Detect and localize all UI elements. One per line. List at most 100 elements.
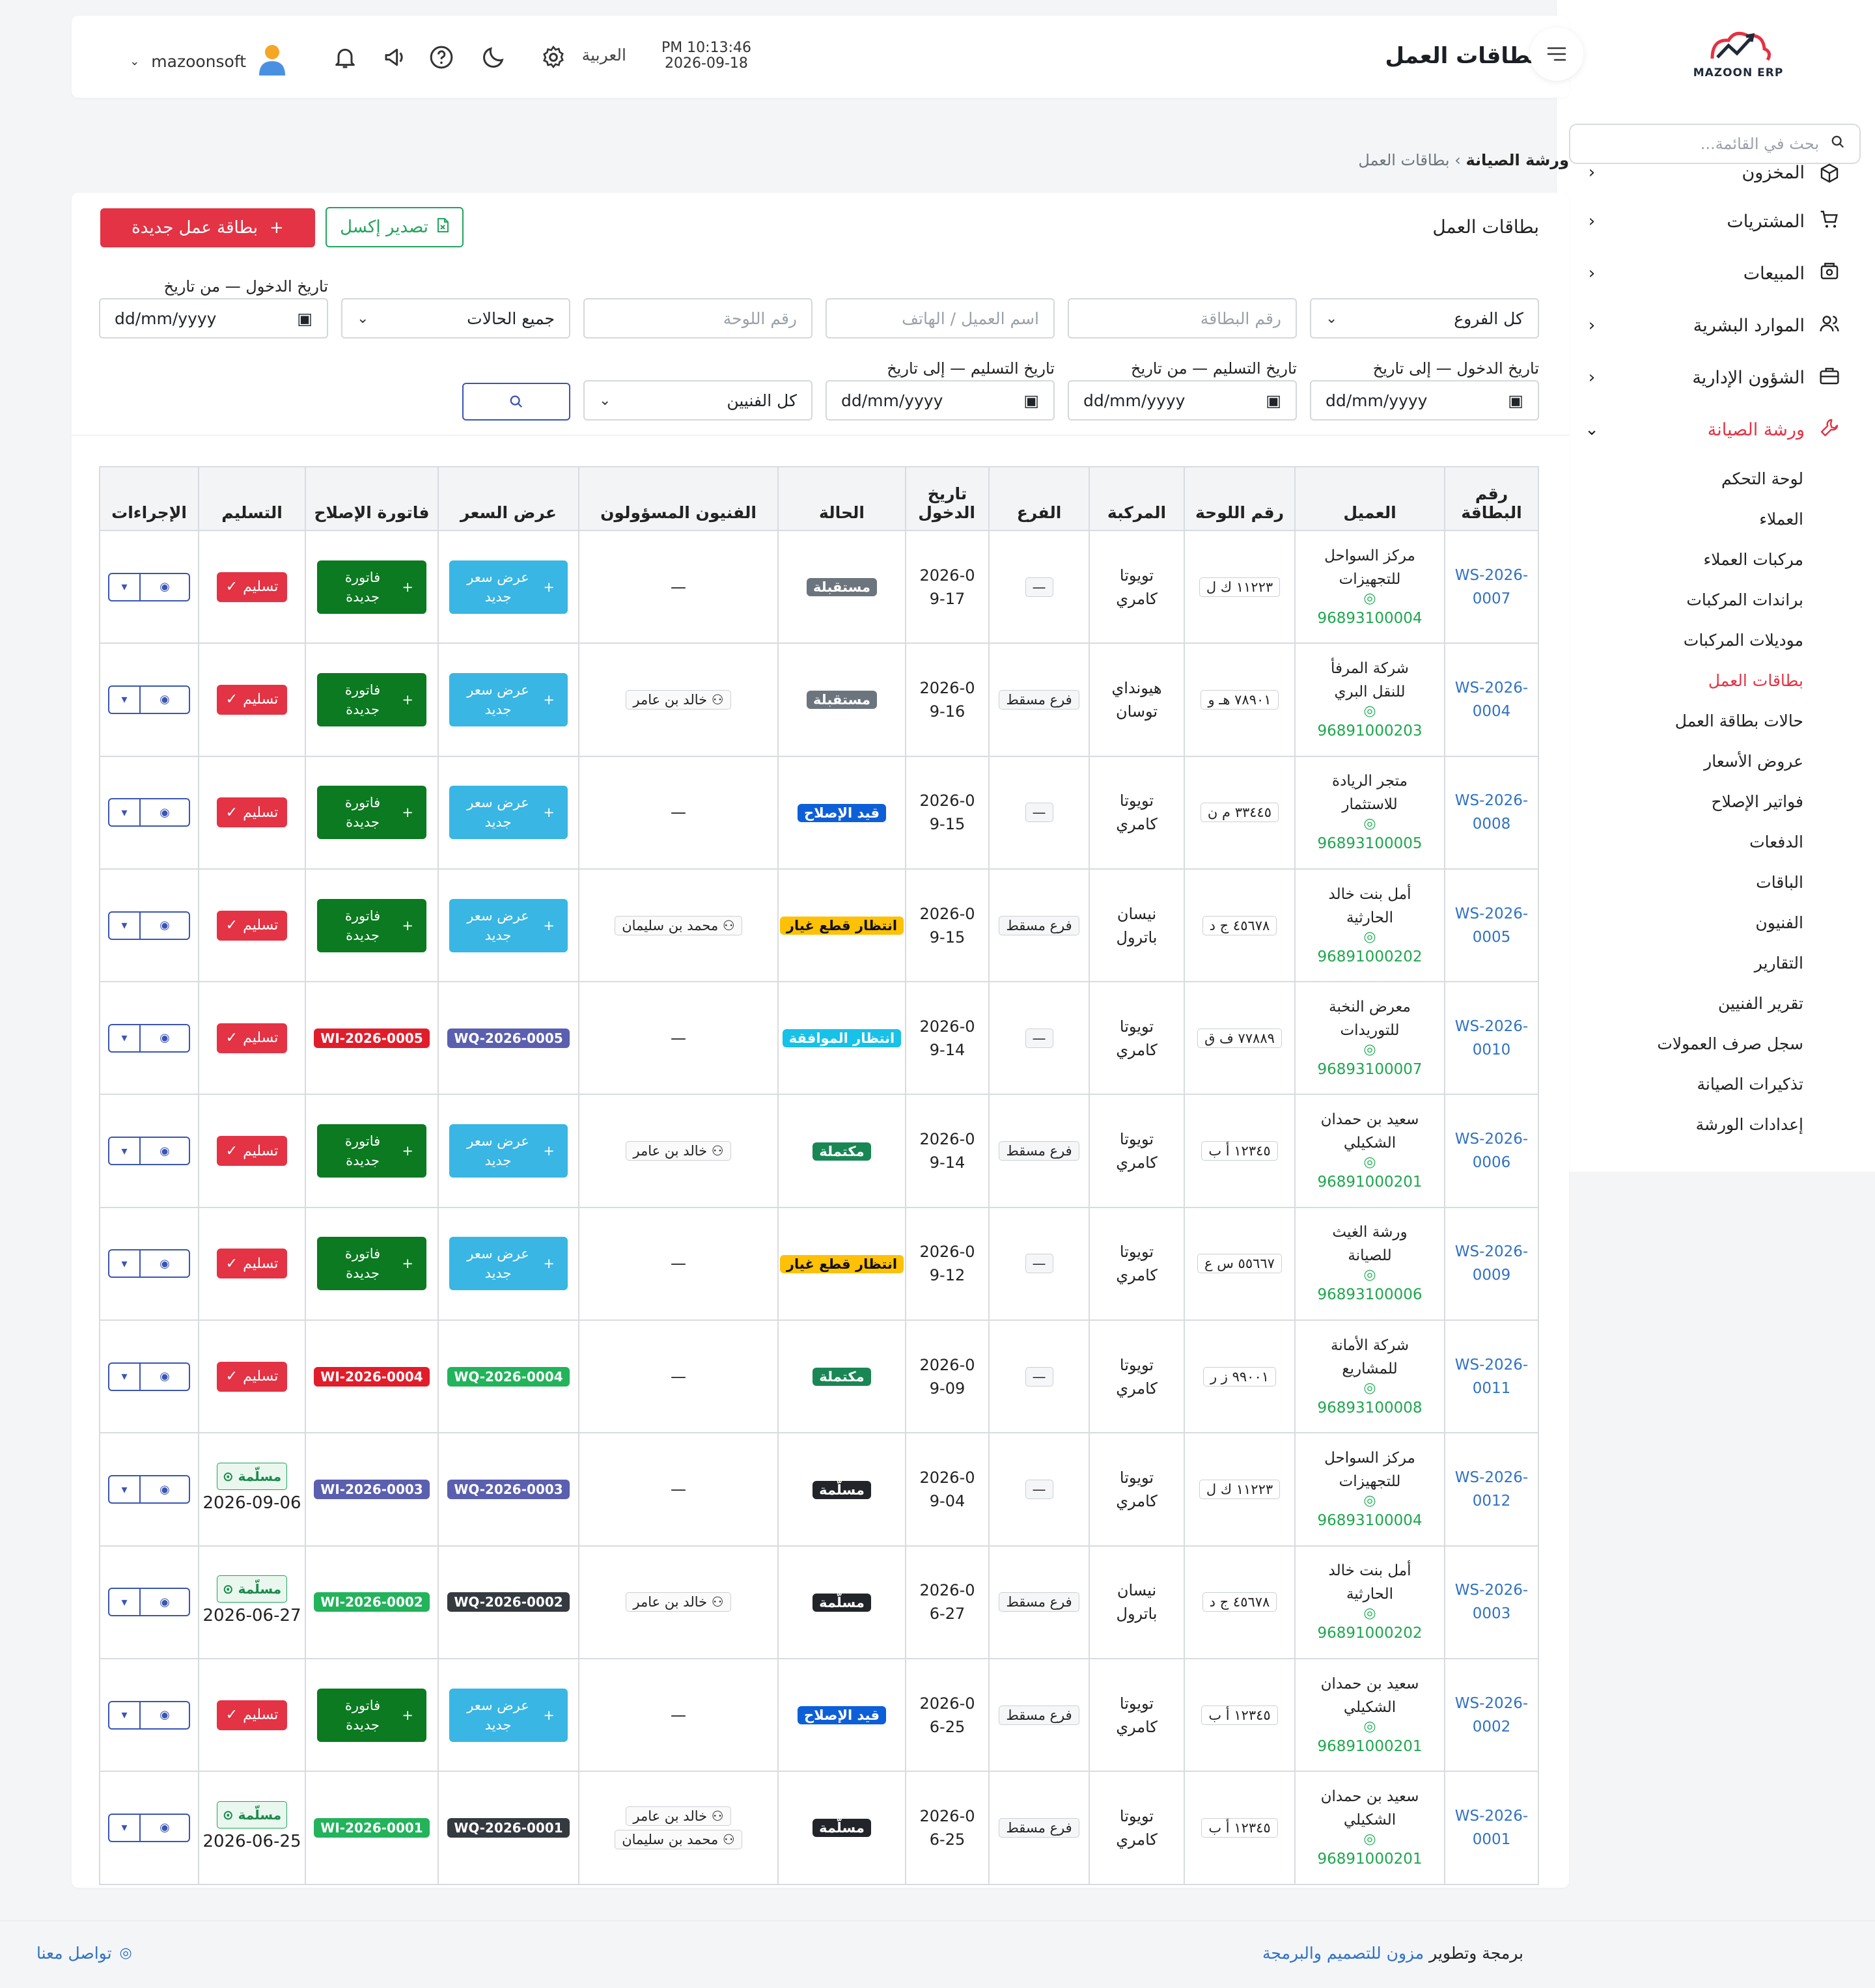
sidebar-subitem-2[interactable]: مركبات العملاء xyxy=(1556,539,1875,579)
whatsapp-icon[interactable]: ◎ xyxy=(1296,1042,1444,1058)
sidebar-search[interactable]: بحث في القائمة... xyxy=(1569,124,1861,164)
language-switch[interactable]: العربية xyxy=(582,46,626,64)
card-number-link[interactable]: WS-2026-0007 xyxy=(1445,564,1538,611)
customer-phone[interactable]: 96891000201 xyxy=(1296,1847,1444,1871)
entry-to-date[interactable]: dd/mm/yyyy ▣ xyxy=(1310,380,1539,421)
sidebar-item-5[interactable]: ورشة الصيانة ⌄ xyxy=(1556,404,1875,456)
view-eye-icon[interactable]: ◉ xyxy=(141,799,189,825)
new-invoice-button[interactable]: + فاتورة جديدة xyxy=(317,1237,426,1291)
sidebar-subitem-12[interactable]: التقارير xyxy=(1556,943,1875,983)
whatsapp-icon[interactable]: ◎ xyxy=(1296,1155,1444,1170)
view-eye-icon[interactable]: ◉ xyxy=(141,1815,189,1841)
sidebar-subitem-15[interactable]: تذكيرات الصيانة xyxy=(1556,1064,1875,1104)
new-invoice-button[interactable]: + فاتورة جديدة xyxy=(317,672,426,726)
export-excel-button[interactable]: تصدير إكسل xyxy=(326,207,464,247)
status-select[interactable]: جميع الحالات ⌄ xyxy=(341,298,570,338)
settings-icon[interactable] xyxy=(538,42,569,73)
deliver-button[interactable]: تسليم ✓ xyxy=(216,684,288,715)
chevron-down-icon[interactable]: ▾ xyxy=(109,1138,141,1165)
view-eye-icon[interactable]: ◉ xyxy=(141,1025,189,1051)
invoice-link[interactable]: WI-2026-0004 xyxy=(314,1366,430,1387)
customer-search-input[interactable]: اسم العميل / الهاتف xyxy=(826,298,1055,338)
view-eye-icon[interactable]: ◉ xyxy=(141,687,189,713)
sidebar-subitem-0[interactable]: لوحة التحكم xyxy=(1556,458,1875,499)
contact-us-link[interactable]: ◎ تواصل معنا xyxy=(36,1944,132,1963)
whatsapp-icon[interactable]: ◎ xyxy=(1296,1493,1444,1509)
new-invoice-button[interactable]: + فاتورة جديدة xyxy=(317,1124,426,1178)
customer-phone[interactable]: 96891000201 xyxy=(1296,1170,1444,1194)
user-menu[interactable]: mazoonsoft ⌄ xyxy=(130,43,286,79)
sidebar-subitem-5[interactable]: بطاقات العمل xyxy=(1556,660,1875,700)
view-eye-icon[interactable]: ◉ xyxy=(141,913,189,939)
chevron-down-icon[interactable]: ▾ xyxy=(109,686,141,713)
new-quote-button[interactable]: + عرض سعر جديد xyxy=(449,1124,568,1178)
quote-link[interactable]: WQ-2026-0003 xyxy=(447,1480,570,1500)
card-number-link[interactable]: WS-2026-0011 xyxy=(1445,1353,1538,1400)
app-logo[interactable]: MAZOON ERP xyxy=(1686,26,1790,79)
sidebar-subitem-7[interactable]: عروض الأسعار xyxy=(1556,741,1875,781)
chevron-down-icon[interactable]: ▾ xyxy=(109,1363,141,1390)
sidebar-subitem-16[interactable]: إعدادات الورشة xyxy=(1556,1104,1875,1144)
chevron-down-icon[interactable]: ▾ xyxy=(109,1025,141,1051)
customer-phone[interactable]: 96893100004 xyxy=(1296,607,1444,630)
sidebar-subitem-1[interactable]: العملاء xyxy=(1556,499,1875,539)
help-icon[interactable] xyxy=(426,42,457,73)
quote-link[interactable]: WQ-2026-0002 xyxy=(447,1592,570,1612)
deliver-button[interactable]: تسليم ✓ xyxy=(216,1023,288,1053)
sidebar-subitem-10[interactable]: الباقات xyxy=(1556,862,1875,902)
chevron-down-icon[interactable]: ▾ xyxy=(109,1814,141,1841)
deliver-button[interactable]: تسليم ✓ xyxy=(216,797,288,828)
invoice-link[interactable]: WI-2026-0005 xyxy=(314,1028,430,1048)
invoice-link[interactable]: WI-2026-0003 xyxy=(314,1480,430,1500)
view-eye-icon[interactable]: ◉ xyxy=(141,1589,189,1615)
deliver-button[interactable]: تسليم ✓ xyxy=(216,1361,288,1392)
whatsapp-icon[interactable]: ◎ xyxy=(1296,703,1444,719)
plate-number-input[interactable]: رقم اللوحة xyxy=(583,298,812,338)
deliver-button[interactable]: تسليم ✓ xyxy=(216,1136,288,1167)
card-number-link[interactable]: WS-2026-0006 xyxy=(1445,1127,1538,1174)
quote-link[interactable]: WQ-2026-0005 xyxy=(447,1028,570,1048)
card-number-link[interactable]: WS-2026-0002 xyxy=(1445,1692,1538,1739)
chevron-down-icon[interactable]: ▾ xyxy=(109,1702,141,1728)
sidebar-subitem-11[interactable]: الفنيون xyxy=(1556,902,1875,943)
chevron-down-icon[interactable]: ▾ xyxy=(109,799,141,826)
chevron-down-icon[interactable]: ▾ xyxy=(109,1589,141,1616)
new-invoice-button[interactable]: + فاتورة جديدة xyxy=(317,560,426,614)
sidebar-subitem-9[interactable]: الدفعات xyxy=(1556,821,1875,862)
sidebar-subitem-14[interactable]: سجل صرف العمولات xyxy=(1556,1023,1875,1064)
deliver-button[interactable]: تسليم ✓ xyxy=(216,1249,288,1279)
sidebar-item-3[interactable]: الموارد البشرية ‹ xyxy=(1556,299,1875,352)
sidebar-subitem-3[interactable]: براندات المركبات xyxy=(1556,579,1875,620)
customer-phone[interactable]: 96893100007 xyxy=(1296,1058,1444,1081)
view-eye-icon[interactable]: ◉ xyxy=(141,1476,189,1502)
card-number-link[interactable]: WS-2026-0009 xyxy=(1445,1240,1538,1287)
quote-link[interactable]: WQ-2026-0001 xyxy=(447,1817,570,1838)
technicians-select[interactable]: كل الفنيين ⌄ xyxy=(583,380,812,421)
whatsapp-icon[interactable]: ◎ xyxy=(1296,1380,1444,1396)
customer-phone[interactable]: 96893100008 xyxy=(1296,1396,1444,1420)
search-button[interactable] xyxy=(462,383,570,421)
deliver-button[interactable]: تسليم ✓ xyxy=(216,910,288,941)
new-quote-button[interactable]: + عرض سعر جديد xyxy=(449,560,568,614)
sidebar-item-2[interactable]: المبيعات ‹ xyxy=(1556,247,1875,299)
invoice-link[interactable]: WI-2026-0001 xyxy=(314,1817,430,1838)
view-eye-icon[interactable]: ◉ xyxy=(141,1702,189,1728)
sidebar-toggle-button[interactable] xyxy=(1530,27,1583,81)
customer-phone[interactable]: 96891000203 xyxy=(1296,719,1444,743)
customer-phone[interactable]: 96893100004 xyxy=(1296,1509,1444,1532)
sidebar-subitem-13[interactable]: تقرير الفنيين xyxy=(1556,983,1875,1023)
whatsapp-icon[interactable]: ◎ xyxy=(1296,1606,1444,1622)
branch-select[interactable]: كل الفروع ⌄ xyxy=(1310,298,1539,338)
sidebar-item-0[interactable]: المخزون ‹ xyxy=(1556,163,1875,195)
view-eye-icon[interactable]: ◉ xyxy=(141,1364,189,1390)
customer-phone[interactable]: 96891000202 xyxy=(1296,945,1444,969)
view-eye-icon[interactable]: ◉ xyxy=(141,574,189,600)
whatsapp-icon[interactable]: ◎ xyxy=(1296,590,1444,607)
whatsapp-icon[interactable]: ◎ xyxy=(1296,1719,1444,1735)
chevron-down-icon[interactable]: ▾ xyxy=(109,912,141,939)
deliver-button[interactable]: تسليم ✓ xyxy=(216,572,288,602)
card-number-link[interactable]: WS-2026-0004 xyxy=(1445,676,1538,723)
customer-phone[interactable]: 96893100006 xyxy=(1296,1283,1444,1306)
dark-mode-icon[interactable] xyxy=(478,42,509,73)
card-number-link[interactable]: WS-2026-0008 xyxy=(1445,789,1538,836)
